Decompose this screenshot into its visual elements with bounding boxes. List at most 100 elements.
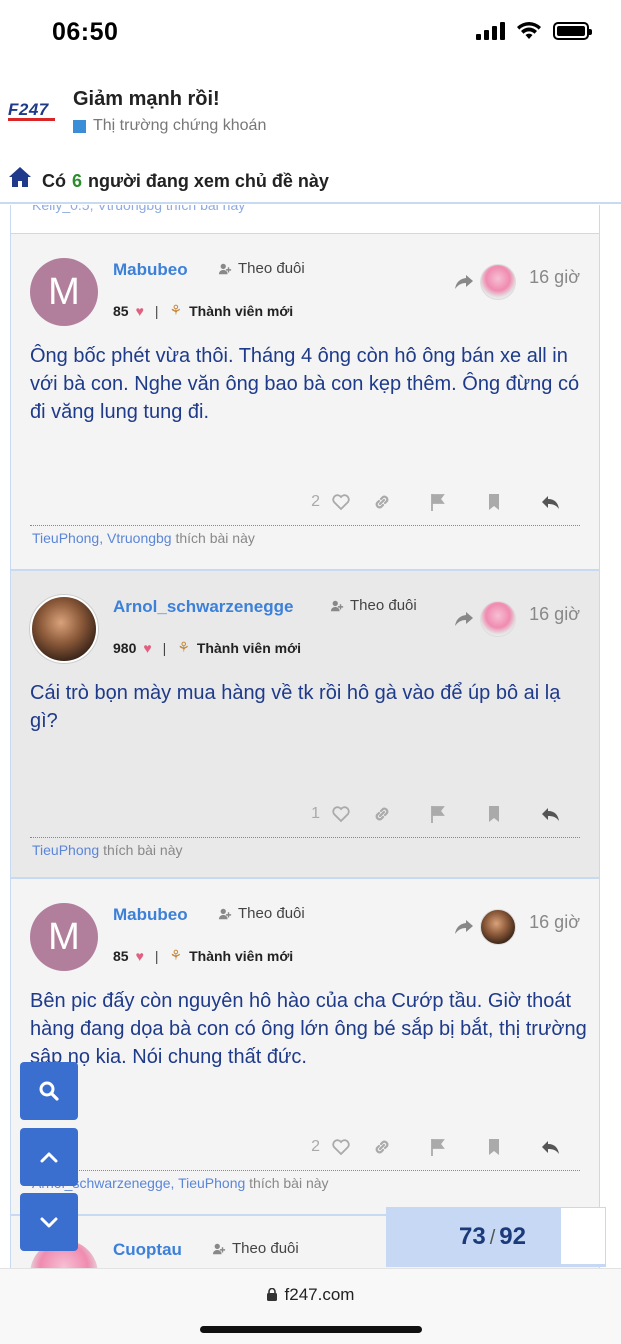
status-bar: 06:50 bbox=[0, 0, 621, 70]
topic-category[interactable]: Thị trường chứng khoán bbox=[73, 117, 266, 135]
avatar[interactable]: M bbox=[30, 258, 98, 326]
liked-by-text: TieuPhong, Vtruongbg thích bài này bbox=[32, 530, 255, 546]
browser-url-bar[interactable]: f247.com bbox=[0, 1268, 621, 1344]
heart-icon: ♥ bbox=[135, 302, 144, 319]
reply-icon[interactable] bbox=[522, 1134, 578, 1160]
post-actions: 2 bbox=[311, 489, 578, 515]
reply-to-arrow-icon bbox=[455, 612, 473, 626]
like-count[interactable]: 2 bbox=[311, 1138, 320, 1156]
post-content: Bên pic đấy còn nguyên hô hào của cha Cư… bbox=[30, 990, 587, 1068]
flag-icon[interactable] bbox=[410, 1134, 466, 1160]
like-count[interactable]: 1 bbox=[311, 805, 320, 823]
reply-icon[interactable] bbox=[522, 801, 578, 827]
topic-title[interactable]: Giảm mạnh rồi! bbox=[73, 88, 220, 111]
feed-border-right bbox=[599, 205, 600, 1270]
rank-label: Thành viên mới bbox=[189, 947, 294, 964]
status-icons bbox=[476, 22, 592, 40]
follow-user-icon bbox=[218, 908, 232, 919]
like-icon[interactable] bbox=[328, 1134, 354, 1160]
bookmark-icon[interactable] bbox=[466, 489, 522, 515]
logo-text: F247 bbox=[8, 100, 49, 119]
logo-underline bbox=[8, 118, 55, 121]
like-icon[interactable] bbox=[328, 489, 354, 515]
liked-by-text: TieuPhong thích bài này bbox=[32, 842, 182, 858]
wifi-icon bbox=[517, 22, 541, 39]
follow-button[interactable]: Theo đuôi bbox=[212, 1240, 299, 1257]
viewers-text: Có 6 người đang xem chủ đề này bbox=[42, 171, 329, 192]
url-text: f247.com bbox=[284, 1285, 355, 1304]
post-username[interactable]: Cuoptau bbox=[113, 1240, 182, 1260]
likes-divider bbox=[30, 1170, 580, 1171]
liked-by-user[interactable]: Vtruongbg bbox=[107, 530, 172, 546]
bookmark-icon[interactable] bbox=[466, 1134, 522, 1160]
viewers-suffix: người đang xem chủ đề này bbox=[88, 171, 329, 191]
reply-to-avatar bbox=[480, 264, 516, 300]
post-time[interactable]: 16 giờ bbox=[529, 267, 580, 288]
site-logo[interactable]: F247 bbox=[8, 100, 58, 126]
post-time[interactable]: 16 giờ bbox=[529, 912, 580, 933]
category-label: Thị trường chứng khoán bbox=[93, 117, 267, 134]
follow-button[interactable]: Theo đuôi bbox=[218, 905, 305, 922]
current-post: 73 bbox=[459, 1223, 486, 1250]
liked-by-user[interactable]: TieuPhong bbox=[32, 530, 99, 546]
chevron-up-icon bbox=[40, 1152, 58, 1163]
follow-button[interactable]: Theo đuôi bbox=[218, 260, 305, 277]
viewers-count: 6 bbox=[72, 171, 83, 191]
search-icon bbox=[39, 1081, 59, 1101]
follow-label: Theo đuôi bbox=[238, 905, 305, 922]
liked-by-user[interactable]: TieuPhong bbox=[178, 1175, 245, 1191]
reply-to-indicator[interactable] bbox=[454, 601, 516, 637]
post-mabubeo-1: M Mabubeo Theo đuôi 85 ♥ | ⚘ Thành viên … bbox=[10, 233, 600, 570]
avatar[interactable]: M bbox=[30, 903, 98, 971]
home-icon[interactable] bbox=[8, 166, 32, 188]
link-icon[interactable] bbox=[354, 1134, 410, 1160]
url-display[interactable]: f247.com bbox=[0, 1285, 621, 1305]
reply-to-indicator[interactable] bbox=[454, 264, 516, 300]
user-meta: 85 ♥ | ⚘ Thành viên mới bbox=[113, 302, 293, 319]
lock-icon bbox=[266, 1288, 277, 1301]
post-progress-pager[interactable]: 73/92 bbox=[386, 1207, 606, 1267]
post-content: Ông bốc phét vừa thôi. Tháng 4 ông còn h… bbox=[30, 345, 580, 423]
follow-label: Theo đuôi bbox=[350, 597, 417, 614]
post-actions: 1 bbox=[311, 801, 578, 827]
rank-label: Thành viên mới bbox=[196, 639, 301, 656]
post-username[interactable]: Mabubeo bbox=[113, 905, 188, 925]
meta-divider: | bbox=[162, 639, 167, 656]
follow-label: Theo đuôi bbox=[232, 1240, 299, 1257]
rank-icon: ⚘ bbox=[177, 639, 190, 655]
post-time[interactable]: 16 giờ bbox=[529, 604, 580, 625]
user-meta: 85 ♥ | ⚘ Thành viên mới bbox=[113, 947, 293, 964]
feed-border-left bbox=[10, 205, 11, 1270]
post-username[interactable]: Arnol_schwarzenegge bbox=[113, 597, 293, 617]
likes-received: 85 bbox=[113, 947, 129, 964]
liked-by-user[interactable]: TieuPhong bbox=[32, 842, 99, 858]
post-username[interactable]: Mabubeo bbox=[113, 260, 188, 280]
status-time: 06:50 bbox=[52, 18, 119, 46]
post-actions: 2 bbox=[311, 1134, 578, 1160]
scroll-down-button[interactable] bbox=[20, 1193, 78, 1251]
follow-user-icon bbox=[218, 263, 232, 274]
link-icon[interactable] bbox=[354, 801, 410, 827]
avatar[interactable] bbox=[30, 595, 98, 663]
flag-icon[interactable] bbox=[410, 489, 466, 515]
flag-icon[interactable] bbox=[410, 801, 466, 827]
reply-to-indicator[interactable] bbox=[454, 909, 516, 945]
category-color-icon bbox=[73, 119, 86, 133]
follow-label: Theo đuôi bbox=[238, 260, 305, 277]
bookmark-icon[interactable] bbox=[466, 801, 522, 827]
reply-icon[interactable] bbox=[522, 489, 578, 515]
like-count[interactable]: 2 bbox=[311, 493, 320, 511]
reply-to-arrow-icon bbox=[455, 275, 473, 289]
follow-button[interactable]: Theo đuôi bbox=[330, 597, 417, 614]
scroll-up-button[interactable] bbox=[20, 1128, 78, 1186]
liked-suffix: thích bài này bbox=[103, 842, 183, 858]
follow-user-icon bbox=[330, 600, 344, 611]
search-button[interactable] bbox=[20, 1062, 78, 1120]
link-icon[interactable] bbox=[354, 489, 410, 515]
likes-divider bbox=[30, 837, 580, 838]
post-arnol: Arnol_schwarzenegge Theo đuôi 980 ♥ | ⚘ … bbox=[10, 570, 600, 878]
previous-post-likes: Kelly_0.5, Vtruongbg thích bài này bbox=[32, 205, 246, 213]
viewers-bar: Có 6 người đang xem chủ đề này bbox=[0, 160, 621, 204]
like-icon[interactable] bbox=[328, 801, 354, 827]
chevron-down-icon bbox=[40, 1217, 58, 1228]
